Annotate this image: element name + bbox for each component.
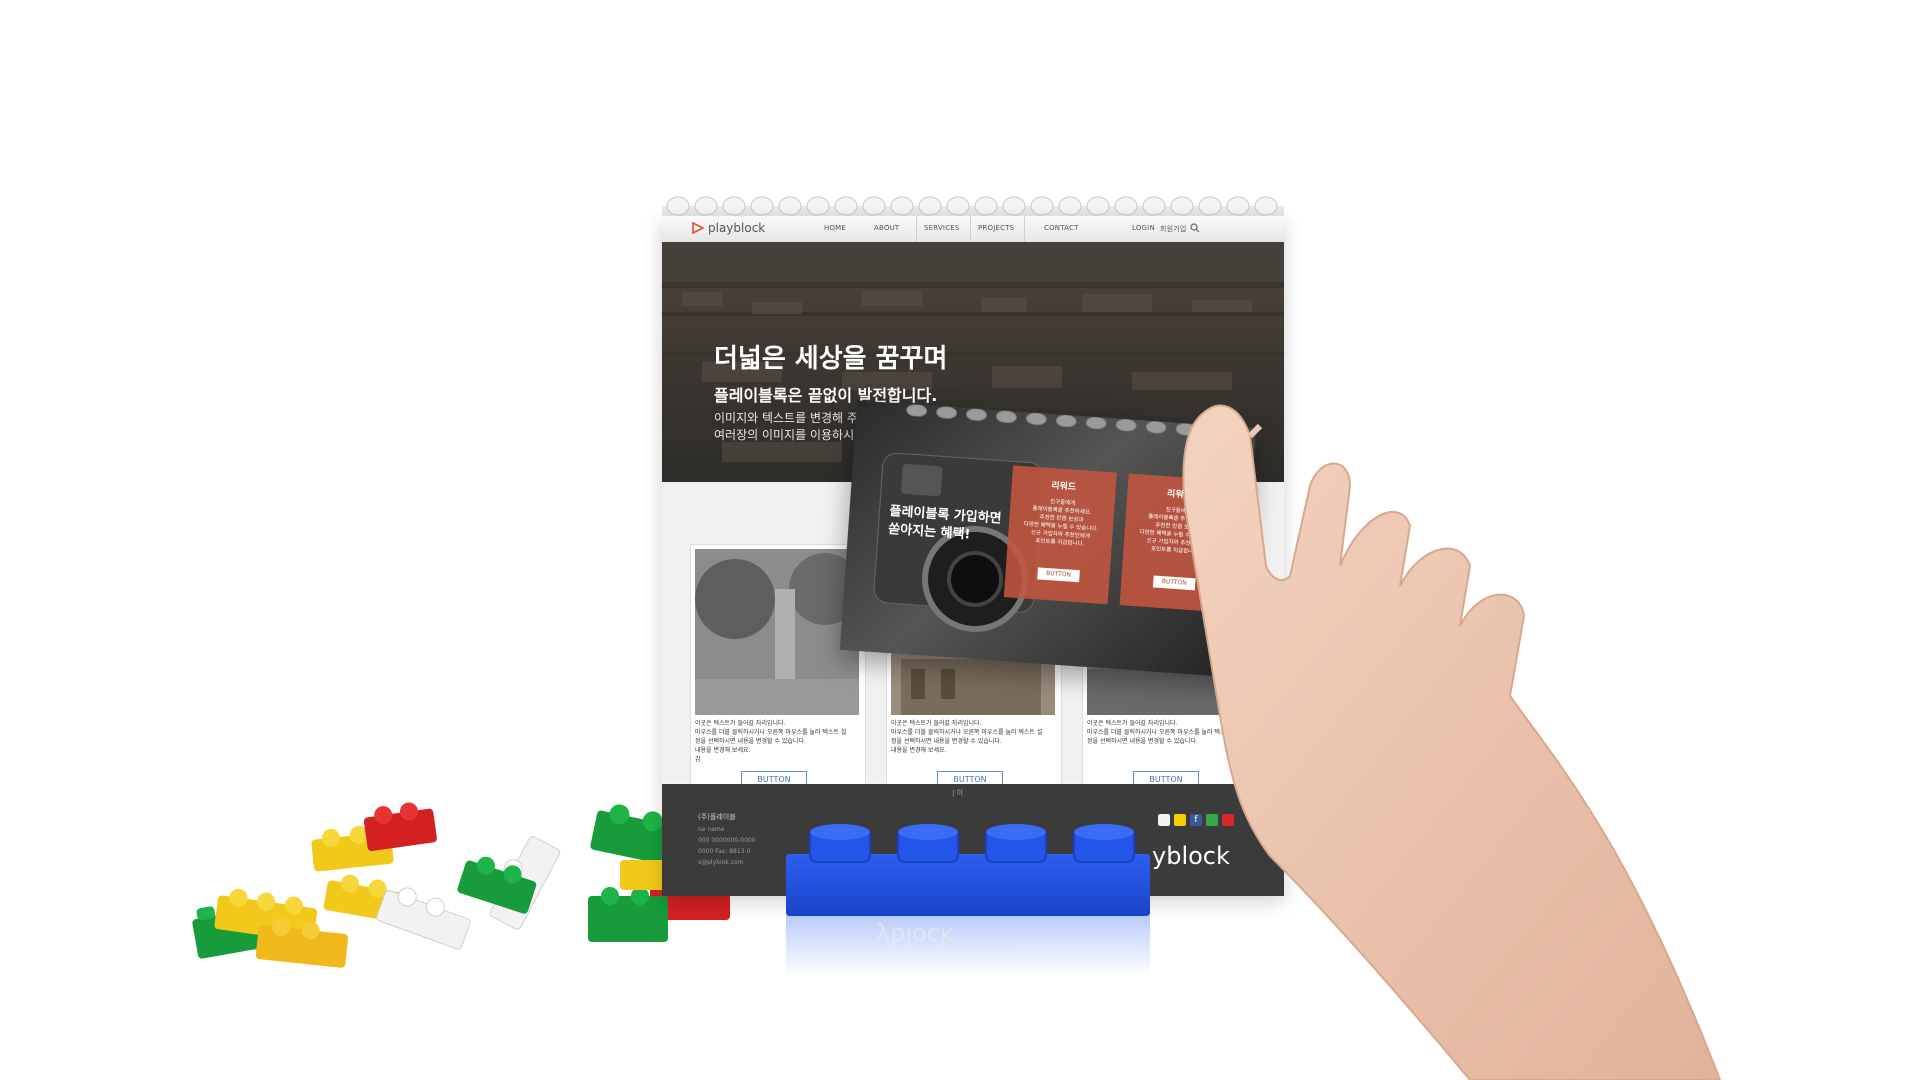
top-navbar: playblock HOME ABOUT SERVICES PROJECTS C… (662, 216, 1284, 243)
card-text-line: 내용을 변경해 보세요. (891, 747, 947, 754)
logo-text: playblock (708, 221, 766, 235)
brick-reflection: yblock (786, 916, 1150, 976)
content-card: 이곳은 텍스트가 들어갈 자리입니다. 마우스를 더블 클릭하시거나 오른쪽 마… (690, 544, 866, 792)
nav-home[interactable]: HOME (824, 224, 846, 232)
reward-button[interactable]: BUTTON (1037, 567, 1080, 583)
site-logo[interactable]: playblock (692, 221, 765, 235)
footer-meta-line: 0000 Fax: 8813-0 (698, 848, 751, 855)
kakao-icon[interactable] (1158, 814, 1170, 826)
footer-meta-line: ne name (698, 826, 725, 833)
card-text-line: 내용을 변경해 보세요. (695, 747, 751, 754)
footer-meta: ne name 000 0000000-0000 0000 Fax: 8813-… (698, 824, 756, 868)
card-text: 이곳은 텍스트가 들어갈 자리입니다. 마우스를 더블 클릭하시거나 오른쪽 마… (891, 719, 1057, 755)
hero-title: 더넓은 세상을 꿈꾸며 (714, 344, 948, 374)
footer-links[interactable]: | 이 (952, 788, 963, 798)
card-text: 이곳은 텍스트가 들어갈 자리입니다. 마우스를 더블 클릭하시거나 오른쪽 마… (695, 719, 861, 764)
tree-photo (695, 549, 859, 715)
card-text-line: 감 (695, 756, 701, 763)
hero-subtitle: 플레이블록은 끝없이 발전합니다. (714, 386, 938, 405)
footer-company: (주)플레이블 (698, 813, 736, 821)
nav-signup[interactable]: 회원가입 (1160, 224, 1187, 234)
search-icon[interactable] (1190, 223, 1200, 233)
nav-about[interactable]: ABOUT (874, 224, 899, 232)
card-text-line: 마우스를 더블 클릭하시거나 오른쪽 마우스를 눌러 텍스트 설 (695, 729, 847, 736)
blue-lego-brick (786, 824, 1150, 916)
reward-title: 리워드 (1050, 481, 1077, 493)
footer-meta-line: s@plybiok.com (698, 859, 744, 866)
card-text-line: 이곳은 텍스트가 들어갈 자리입니다. (891, 720, 982, 727)
card-text-line: 정을 선택하시면 내용을 변경할 수 있습니다. (891, 738, 1002, 745)
nav-divider (970, 216, 971, 242)
nav-services[interactable]: SERVICES (924, 224, 960, 232)
popup-headline: 플레이블록 가입하면 쏟아지는 혜택! (888, 503, 1002, 547)
nav-contact[interactable]: CONTACT (1044, 224, 1079, 232)
nav-login[interactable]: LOGIN (1132, 224, 1155, 232)
reward-card: 리워드 친구들에게 플레이블록을 추천하세요. 추천한 만큼 보상과 다양한 혜… (1003, 465, 1117, 605)
card-text-line: 마우스를 더블 클릭하시거나 오른쪽 마우스를 눌러 텍스트 설 (891, 729, 1043, 736)
reward-desc: 친구들에게 플레이블록을 추천하세요. 추천한 만큼 보상과 다양한 혜택을 누… (1014, 496, 1109, 550)
hand-image (1182, 404, 1722, 1080)
card-text-line: 이곳은 텍스트가 들어갈 자리입니다. (695, 720, 786, 727)
nav-divider (1024, 216, 1025, 242)
playblock-logo-icon (692, 222, 704, 234)
reflection-text: yblock (876, 922, 954, 950)
footer-meta-line: 000 0000000-0000 (698, 837, 756, 844)
nav-divider (916, 216, 917, 242)
top-studs (662, 196, 1284, 220)
card-text-line: 정을 선택하시면 내용을 변경할 수 있습니다. (695, 738, 806, 745)
nav-projects[interactable]: PROJECTS (978, 224, 1014, 232)
